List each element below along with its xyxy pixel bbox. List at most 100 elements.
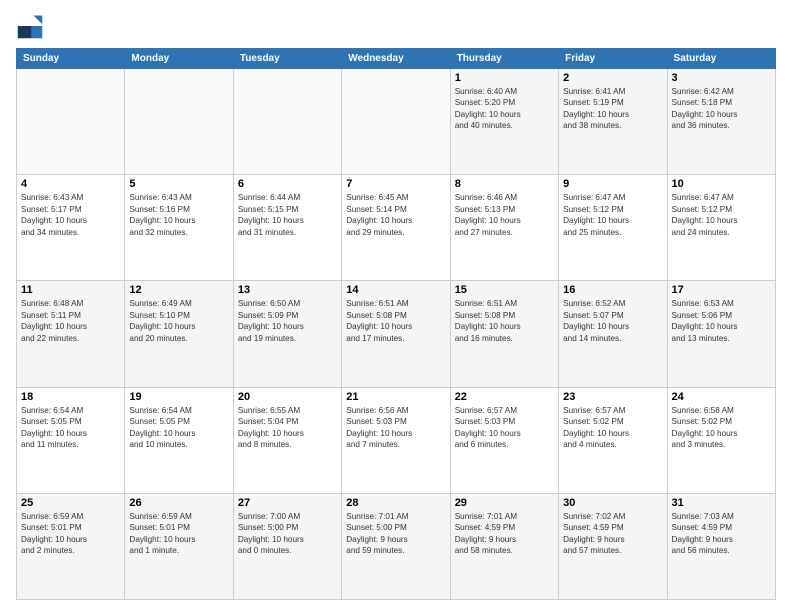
day-cell: 26 Sunrise: 6:59 AM Sunset: 5:01 PM Dayli… — [125, 493, 233, 599]
day-number: 13 — [238, 284, 337, 296]
day-header-sunday: Sunday — [17, 49, 125, 69]
day-number: 11 — [21, 284, 120, 296]
day-info: Sunrise: 6:53 AM Sunset: 5:06 PM Dayligh… — [672, 298, 771, 344]
day-number: 4 — [21, 178, 120, 190]
header — [16, 12, 776, 40]
day-cell: 13 Sunrise: 6:50 AM Sunset: 5:09 PM Dayli… — [233, 281, 341, 387]
day-info: Sunrise: 6:50 AM Sunset: 5:09 PM Dayligh… — [238, 298, 337, 344]
day-cell: 2Sunrise: 6:41 AM Sunset: 5:19 PM Daylig… — [559, 69, 667, 175]
day-info: Sunrise: 6:41 AM Sunset: 5:19 PM Dayligh… — [563, 86, 662, 132]
day-cell: 7 Sunrise: 6:45 AM Sunset: 5:14 PM Daylig… — [342, 175, 450, 281]
day-info: Sunrise: 6:43 AM Sunset: 5:17 PM Dayligh… — [21, 192, 120, 238]
day-cell: 10 Sunrise: 6:47 AM Sunset: 5:12 PM Dayli… — [667, 175, 775, 281]
day-cell: 18 Sunrise: 6:54 AM Sunset: 5:05 PM Dayli… — [17, 387, 125, 493]
logo-icon — [16, 12, 44, 40]
calendar-body: 1 Sunrise: 6:40 AM Sunset: 5:20 PM Daylig… — [17, 69, 776, 600]
day-cell: 27 Sunrise: 7:00 AM Sunset: 5:00 PM Dayli… — [233, 493, 341, 599]
day-number: 26 — [129, 497, 228, 509]
day-header-saturday: Saturday — [667, 49, 775, 69]
day-info: Sunrise: 6:54 AM Sunset: 5:05 PM Dayligh… — [129, 405, 228, 451]
day-info: Sunrise: 6:47 AM Sunset: 5:12 PM Dayligh… — [672, 192, 771, 238]
day-header-wednesday: Wednesday — [342, 49, 450, 69]
day-number: 7 — [346, 178, 445, 190]
calendar-header: SundayMondayTuesdayWednesdayThursdayFrid… — [17, 49, 776, 69]
day-number: 5 — [129, 178, 228, 190]
logo — [16, 12, 48, 40]
day-cell — [17, 69, 125, 175]
day-cell: 29 Sunrise: 7:01 AM Sunset: 4:59 PM Dayli… — [450, 493, 558, 599]
day-cell: 30 Sunrise: 7:02 AM Sunset: 4:59 PM Dayli… — [559, 493, 667, 599]
day-cell: 5 Sunrise: 6:43 AM Sunset: 5:16 PM Daylig… — [125, 175, 233, 281]
day-number: 27 — [238, 497, 337, 509]
day-cell — [233, 69, 341, 175]
day-info: Sunrise: 7:02 AM Sunset: 4:59 PM Dayligh… — [563, 511, 662, 557]
week-row-3: 11 Sunrise: 6:48 AM Sunset: 5:11 PM Dayli… — [17, 281, 776, 387]
day-info: Sunrise: 6:51 AM Sunset: 5:08 PM Dayligh… — [455, 298, 554, 344]
day-info: Sunrise: 6:57 AM Sunset: 5:02 PM Dayligh… — [563, 405, 662, 451]
day-info: Sunrise: 6:55 AM Sunset: 5:04 PM Dayligh… — [238, 405, 337, 451]
day-number: 30 — [563, 497, 662, 509]
day-cell: 22 Sunrise: 6:57 AM Sunset: 5:03 PM Dayli… — [450, 387, 558, 493]
day-info: Sunrise: 6:40 AM Sunset: 5:20 PM Dayligh… — [455, 86, 554, 132]
day-cell: 6Sunrise: 6:44 AM Sunset: 5:15 PM Daylig… — [233, 175, 341, 281]
day-info: Sunrise: 7:00 AM Sunset: 5:00 PM Dayligh… — [238, 511, 337, 557]
day-info: Sunrise: 6:46 AM Sunset: 5:13 PM Dayligh… — [455, 192, 554, 238]
day-cell: 23 Sunrise: 6:57 AM Sunset: 5:02 PM Dayli… — [559, 387, 667, 493]
day-cell: 9 Sunrise: 6:47 AM Sunset: 5:12 PM Daylig… — [559, 175, 667, 281]
week-row-2: 4 Sunrise: 6:43 AM Sunset: 5:17 PM Daylig… — [17, 175, 776, 281]
day-number: 3 — [672, 72, 771, 84]
day-cell: 25 Sunrise: 6:59 AM Sunset: 5:01 PM Dayli… — [17, 493, 125, 599]
day-info: Sunrise: 6:59 AM Sunset: 5:01 PM Dayligh… — [129, 511, 228, 557]
day-cell: 1 Sunrise: 6:40 AM Sunset: 5:20 PM Daylig… — [450, 69, 558, 175]
day-header-thursday: Thursday — [450, 49, 558, 69]
day-cell — [125, 69, 233, 175]
day-number: 25 — [21, 497, 120, 509]
day-header-monday: Monday — [125, 49, 233, 69]
day-cell: 4 Sunrise: 6:43 AM Sunset: 5:17 PM Daylig… — [17, 175, 125, 281]
day-header-tuesday: Tuesday — [233, 49, 341, 69]
day-info: Sunrise: 6:52 AM Sunset: 5:07 PM Dayligh… — [563, 298, 662, 344]
day-info: Sunrise: 7:01 AM Sunset: 5:00 PM Dayligh… — [346, 511, 445, 557]
day-cell: 15Sunrise: 6:51 AM Sunset: 5:08 PM Dayli… — [450, 281, 558, 387]
day-number: 23 — [563, 391, 662, 403]
page: SundayMondayTuesdayWednesdayThursdayFrid… — [0, 0, 792, 612]
day-number: 20 — [238, 391, 337, 403]
day-number: 28 — [346, 497, 445, 509]
week-row-1: 1 Sunrise: 6:40 AM Sunset: 5:20 PM Daylig… — [17, 69, 776, 175]
day-info: Sunrise: 6:59 AM Sunset: 5:01 PM Dayligh… — [21, 511, 120, 557]
day-number: 9 — [563, 178, 662, 190]
day-cell: 19 Sunrise: 6:54 AM Sunset: 5:05 PM Dayli… — [125, 387, 233, 493]
day-number: 1 — [455, 72, 554, 84]
day-info: Sunrise: 6:43 AM Sunset: 5:16 PM Dayligh… — [129, 192, 228, 238]
week-row-5: 25 Sunrise: 6:59 AM Sunset: 5:01 PM Dayli… — [17, 493, 776, 599]
day-number: 22 — [455, 391, 554, 403]
day-number: 29 — [455, 497, 554, 509]
day-header-friday: Friday — [559, 49, 667, 69]
day-cell — [342, 69, 450, 175]
calendar-table: SundayMondayTuesdayWednesdayThursdayFrid… — [16, 48, 776, 600]
day-number: 21 — [346, 391, 445, 403]
day-info: Sunrise: 7:03 AM Sunset: 4:59 PM Dayligh… — [672, 511, 771, 557]
day-number: 18 — [21, 391, 120, 403]
day-info: Sunrise: 6:57 AM Sunset: 5:03 PM Dayligh… — [455, 405, 554, 451]
day-cell: 31Sunrise: 7:03 AM Sunset: 4:59 PM Dayli… — [667, 493, 775, 599]
day-info: Sunrise: 6:44 AM Sunset: 5:15 PM Dayligh… — [238, 192, 337, 238]
day-number: 17 — [672, 284, 771, 296]
day-info: Sunrise: 6:45 AM Sunset: 5:14 PM Dayligh… — [346, 192, 445, 238]
day-info: Sunrise: 6:48 AM Sunset: 5:11 PM Dayligh… — [21, 298, 120, 344]
day-number: 19 — [129, 391, 228, 403]
day-info: Sunrise: 6:58 AM Sunset: 5:02 PM Dayligh… — [672, 405, 771, 451]
day-cell: 8Sunrise: 6:46 AM Sunset: 5:13 PM Daylig… — [450, 175, 558, 281]
day-cell: 20 Sunrise: 6:55 AM Sunset: 5:04 PM Dayli… — [233, 387, 341, 493]
day-number: 14 — [346, 284, 445, 296]
day-info: Sunrise: 7:01 AM Sunset: 4:59 PM Dayligh… — [455, 511, 554, 557]
day-cell: 24Sunrise: 6:58 AM Sunset: 5:02 PM Dayli… — [667, 387, 775, 493]
day-info: Sunrise: 6:47 AM Sunset: 5:12 PM Dayligh… — [563, 192, 662, 238]
day-cell: 16Sunrise: 6:52 AM Sunset: 5:07 PM Dayli… — [559, 281, 667, 387]
day-number: 10 — [672, 178, 771, 190]
day-info: Sunrise: 6:54 AM Sunset: 5:05 PM Dayligh… — [21, 405, 120, 451]
day-cell: 11 Sunrise: 6:48 AM Sunset: 5:11 PM Dayli… — [17, 281, 125, 387]
day-cell: 3 Sunrise: 6:42 AM Sunset: 5:18 PM Daylig… — [667, 69, 775, 175]
day-info: Sunrise: 6:42 AM Sunset: 5:18 PM Dayligh… — [672, 86, 771, 132]
day-cell: 14Sunrise: 6:51 AM Sunset: 5:08 PM Dayli… — [342, 281, 450, 387]
